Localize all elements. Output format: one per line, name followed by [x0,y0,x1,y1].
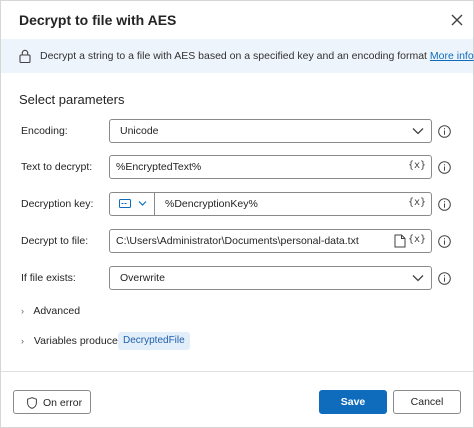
encoding-dropdown[interactable]: Unicode [109,119,432,143]
shield-icon [27,397,37,409]
decrypt-to-file-label: Decrypt to file: [21,235,89,247]
decrypt-to-file-value: C:\Users\Administrator\Documents\persona… [116,235,359,247]
dialog-title: Decrypt to file with AES [19,12,177,28]
cancel-button[interactable]: Cancel [393,390,461,414]
chevron-down-icon [412,128,424,135]
info-banner: Decrypt a string to a file with AES base… [1,39,474,73]
banner-text: Decrypt a string to a file with AES base… [40,50,474,62]
variable-picker-button[interactable]: {x} [408,160,426,171]
decryption-key-input[interactable]: %DencryptionKey% {x} [109,192,432,216]
decrypt-dialog: Decrypt to file with AES Decrypt a strin… [0,0,474,428]
section-title: Select parameters [19,92,125,107]
advanced-label: Advanced [33,305,81,317]
on-error-label: On error [43,397,83,409]
save-button[interactable]: Save [319,390,387,414]
text-to-decrypt-value: %EncryptedText% [116,161,202,173]
variable-pill[interactable]: DecryptedFile [118,332,190,350]
encoding-value: Unicode [120,125,159,137]
info-icon[interactable] [438,198,451,211]
decryption-key-label: Decryption key: [21,198,94,210]
advanced-expander[interactable]: › Advanced [21,305,80,317]
if-file-exists-value: Overwrite [120,272,165,284]
banner-description: Decrypt a string to a file with AES base… [40,50,427,62]
chevron-right-icon: › [21,336,24,346]
variable-picker-button[interactable]: {x} [408,197,426,208]
decryption-key-value: %DencryptionKey% [165,198,258,210]
file-icon[interactable] [394,234,406,248]
key-type-selector[interactable] [110,193,155,215]
if-file-exists-dropdown[interactable]: Overwrite [109,266,432,290]
on-error-button[interactable]: On error [13,390,91,414]
chevron-down-icon [412,275,424,282]
footer-divider [1,371,473,372]
password-field-icon [119,199,131,208]
info-icon[interactable] [438,161,451,174]
if-file-exists-label: If file exists: [21,272,76,284]
chevron-right-icon: › [21,306,24,316]
info-icon[interactable] [438,272,451,285]
text-to-decrypt-input[interactable]: %EncryptedText% {x} [109,155,432,179]
chevron-down-icon [138,201,147,206]
variables-produced-label: Variables produced [33,335,124,347]
text-to-decrypt-label: Text to decrypt: [21,161,93,173]
close-icon[interactable] [448,11,466,29]
variables-produced-expander[interactable]: › Variables produced [21,335,124,347]
encoding-label: Encoding: [21,125,68,137]
decrypt-to-file-input[interactable]: C:\Users\Administrator\Documents\persona… [109,229,432,253]
lock-icon [19,49,31,63]
info-icon[interactable] [438,235,451,248]
info-icon[interactable] [438,125,451,138]
more-info-link[interactable]: More info [430,50,474,62]
variable-picker-button[interactable]: {x} [408,234,426,245]
